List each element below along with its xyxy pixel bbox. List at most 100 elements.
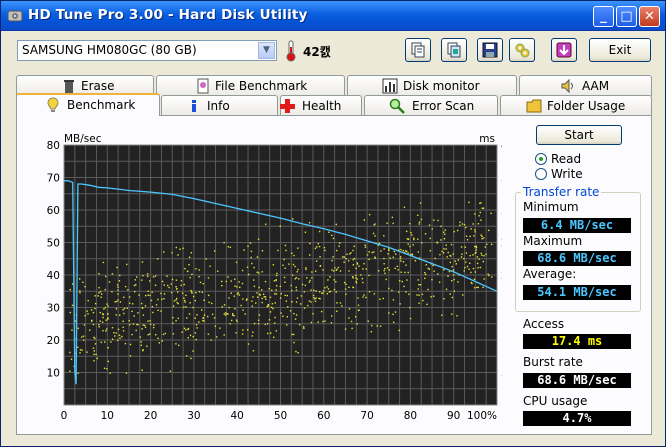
access-point (372, 232, 375, 235)
tab-folder-usage[interactable]: Folder Usage (500, 95, 652, 116)
access-point (291, 300, 293, 303)
access-point (462, 294, 464, 296)
close-button[interactable]: ✕ (639, 6, 660, 27)
access-point (463, 224, 466, 226)
access-point (185, 355, 188, 357)
access-point (485, 253, 487, 256)
access-point (98, 286, 100, 289)
access-point (327, 279, 329, 281)
access-point (131, 310, 133, 313)
access-point (294, 318, 297, 320)
access-point (387, 253, 389, 255)
drive-select[interactable]: SAMSUNG HM080GC (80 GB) ▼ (17, 40, 277, 61)
y-tick-label: 40 (47, 270, 60, 282)
access-point (239, 286, 241, 289)
chevron-down-icon[interactable]: ▼ (258, 42, 275, 59)
access-point (99, 311, 102, 314)
tab-health[interactable]: Health (280, 95, 362, 116)
access-point (195, 268, 197, 270)
access-point (141, 328, 143, 330)
access-point (266, 332, 269, 335)
access-point (107, 305, 109, 307)
access-point (135, 329, 137, 332)
access-point (334, 267, 336, 269)
access-point (284, 267, 286, 269)
access-point (331, 315, 333, 317)
save-button[interactable] (477, 38, 503, 62)
access-point (271, 289, 273, 292)
access-point (244, 313, 246, 315)
access-point (344, 288, 347, 290)
tab-info[interactable]: Info (161, 95, 278, 116)
access-point (456, 229, 459, 232)
copy-screenshot-button[interactable] (441, 38, 467, 62)
access-point (324, 249, 326, 252)
access-point (317, 243, 319, 245)
y-tick-label: 50 (47, 238, 60, 250)
access-point (464, 246, 466, 248)
access-point (443, 269, 445, 271)
maximize-button[interactable]: □ (616, 6, 637, 27)
access-point (192, 295, 195, 298)
access-point (454, 260, 457, 262)
access-point (419, 202, 422, 204)
access-point (452, 274, 455, 276)
access-point (196, 314, 198, 316)
access-point (150, 299, 153, 302)
access-point (358, 265, 360, 267)
access-point (202, 282, 204, 285)
access-point (221, 284, 223, 287)
access-point (256, 292, 258, 294)
exit-button[interactable]: Exit (589, 38, 651, 62)
access-point (355, 316, 357, 318)
access-point (488, 274, 490, 277)
tab-benchmark[interactable]: Benchmark (16, 93, 160, 116)
access-point (383, 269, 385, 272)
minimize-button[interactable]: _ (593, 6, 614, 27)
access-point (276, 272, 278, 275)
title-bar[interactable]: HD Tune Pro 3.00 - Hard Disk Utility _ □… (1, 1, 665, 31)
access-point (477, 267, 479, 269)
tab-aam[interactable]: AAM (519, 75, 652, 96)
start-button[interactable]: Start (536, 125, 622, 145)
write-radio-dot (535, 168, 547, 180)
access-point (444, 233, 446, 235)
benchmark-chart: MB/sec ms 10 20 30 40 50 60 70 80 5 10 15 20 25 30 35 40 0… (47, 133, 502, 422)
access-point (147, 320, 149, 322)
access-point (314, 300, 317, 302)
access-point (142, 274, 144, 277)
access-point (202, 317, 204, 319)
access-point (347, 260, 350, 262)
options-button[interactable] (509, 38, 535, 62)
access-point (149, 280, 151, 282)
access-point (69, 288, 72, 291)
copy-text-button[interactable] (405, 38, 431, 62)
access-point (311, 271, 313, 273)
access-point (294, 278, 296, 280)
access-point (491, 276, 493, 278)
access-point (363, 262, 365, 265)
access-point (115, 332, 117, 334)
access-point (443, 231, 445, 233)
access-point (151, 305, 154, 308)
tab-health-label: Health (302, 99, 342, 113)
access-point (474, 213, 476, 215)
access-point (480, 234, 482, 236)
access-point (471, 282, 473, 285)
access-point (311, 277, 313, 279)
access-point (466, 239, 469, 241)
access-point (94, 337, 96, 340)
access-point (270, 332, 272, 334)
tab-file-benchmark[interactable]: File Benchmark (156, 75, 345, 96)
access-point (252, 331, 254, 333)
access-point (111, 326, 114, 329)
tab-error-scan[interactable]: Error Scan (364, 95, 498, 116)
tab-disk-monitor[interactable]: Disk monitor (347, 75, 517, 96)
access-point (300, 295, 303, 297)
access-point (407, 252, 409, 254)
download-button[interactable] (551, 38, 577, 62)
benchmark-panel: MB/sec ms 10 20 30 40 50 60 70 80 5 10 15 20 25 30 35 40 0… (16, 115, 652, 435)
access-point (481, 235, 483, 238)
access-point (427, 288, 429, 291)
x-tick-label: 80 (404, 410, 417, 422)
